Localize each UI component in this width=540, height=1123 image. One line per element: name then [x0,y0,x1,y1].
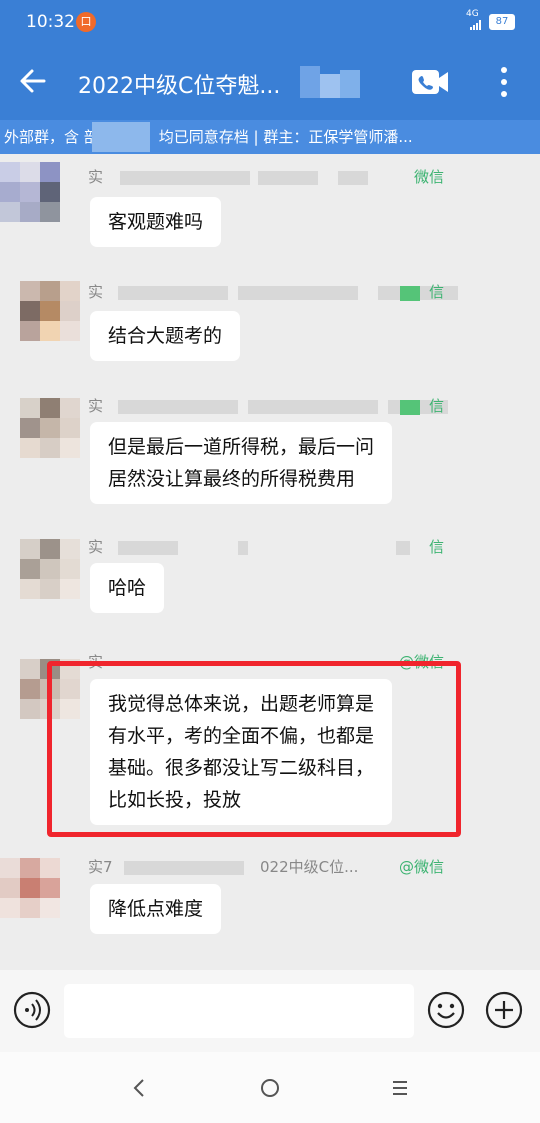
voice-input-icon[interactable] [12,990,52,1030]
group-name: 022中级C位... [260,858,359,876]
nav-home-icon[interactable] [256,1074,284,1102]
status-time: 10:32 [26,12,75,32]
notification-badge: 口 [76,12,96,32]
message-bubble[interactable]: 哈哈 [90,563,165,613]
avatar[interactable] [20,539,82,601]
message-input[interactable] [64,984,414,1038]
system-nav-bar [0,1052,540,1123]
sender-name: 实7 [88,858,113,876]
avatar[interactable] [0,162,62,224]
avatar[interactable] [20,281,82,343]
network-label: 4G [466,9,479,19]
message-meta: 实 信 [88,536,448,560]
emoji-icon[interactable] [426,990,466,1030]
avatar[interactable] [0,858,62,920]
message-bubble[interactable]: 结合大题考的 [90,311,241,361]
chat-title[interactable]: 2022中级C位夺魁... [78,68,280,100]
plus-icon[interactable] [484,990,524,1030]
message-meta: 实 信 [88,395,448,419]
video-call-icon[interactable] [411,67,449,97]
status-bar: 10:32 口 4G 87 [0,0,540,46]
notice-redaction [92,122,150,152]
avatar[interactable] [20,398,82,460]
nav-back-icon[interactable] [126,1074,154,1102]
title-redaction [300,66,360,98]
chat-list[interactable]: 实 微信 客观题难吗 实 信 结合大题考的 实 信 但是最后一道所得税，最后一问… [0,154,540,970]
message-bubble[interactable]: 客观题难吗 [90,197,222,247]
sender-name: 实 [88,397,104,415]
signal-icon [470,20,482,30]
sender-name: 实 [88,168,104,186]
message-bubble[interactable]: 降低点难度 [90,884,222,934]
nav-menu-icon[interactable] [386,1074,414,1102]
highlight-box [47,661,461,837]
group-notice-bar[interactable]: 外部群，含 部联系人，均已同意存档 | 群主：正保学管师潘... [0,120,540,154]
arrow-left-icon[interactable] [18,66,48,96]
source-tag: 信 [428,397,444,415]
source-tag: 信 [428,538,444,556]
message-meta: 实 微信 [88,166,448,190]
source-tag: @微信 [398,858,444,876]
group-notice-text: 外部群，含 部联系人，均已同意存档 | 群主：正保学管师潘... [4,128,413,146]
more-vertical-icon[interactable] [494,64,514,100]
title-bar: 2022中级C位夺魁... [0,46,540,120]
source-tag: 微信 [413,168,444,186]
message-bubble[interactable]: 但是最后一道所得税，最后一问 居然没让算最终的所得税费用 [90,422,393,504]
input-bar [0,970,540,1052]
sender-name: 实 [88,538,104,556]
message-meta: 实7 022中级C位... @微信 [88,856,448,880]
source-tag: 信 [428,283,444,301]
message-meta: 实 信 [88,281,458,305]
battery-icon: 87 [489,14,515,30]
sender-name: 实 [88,283,104,301]
